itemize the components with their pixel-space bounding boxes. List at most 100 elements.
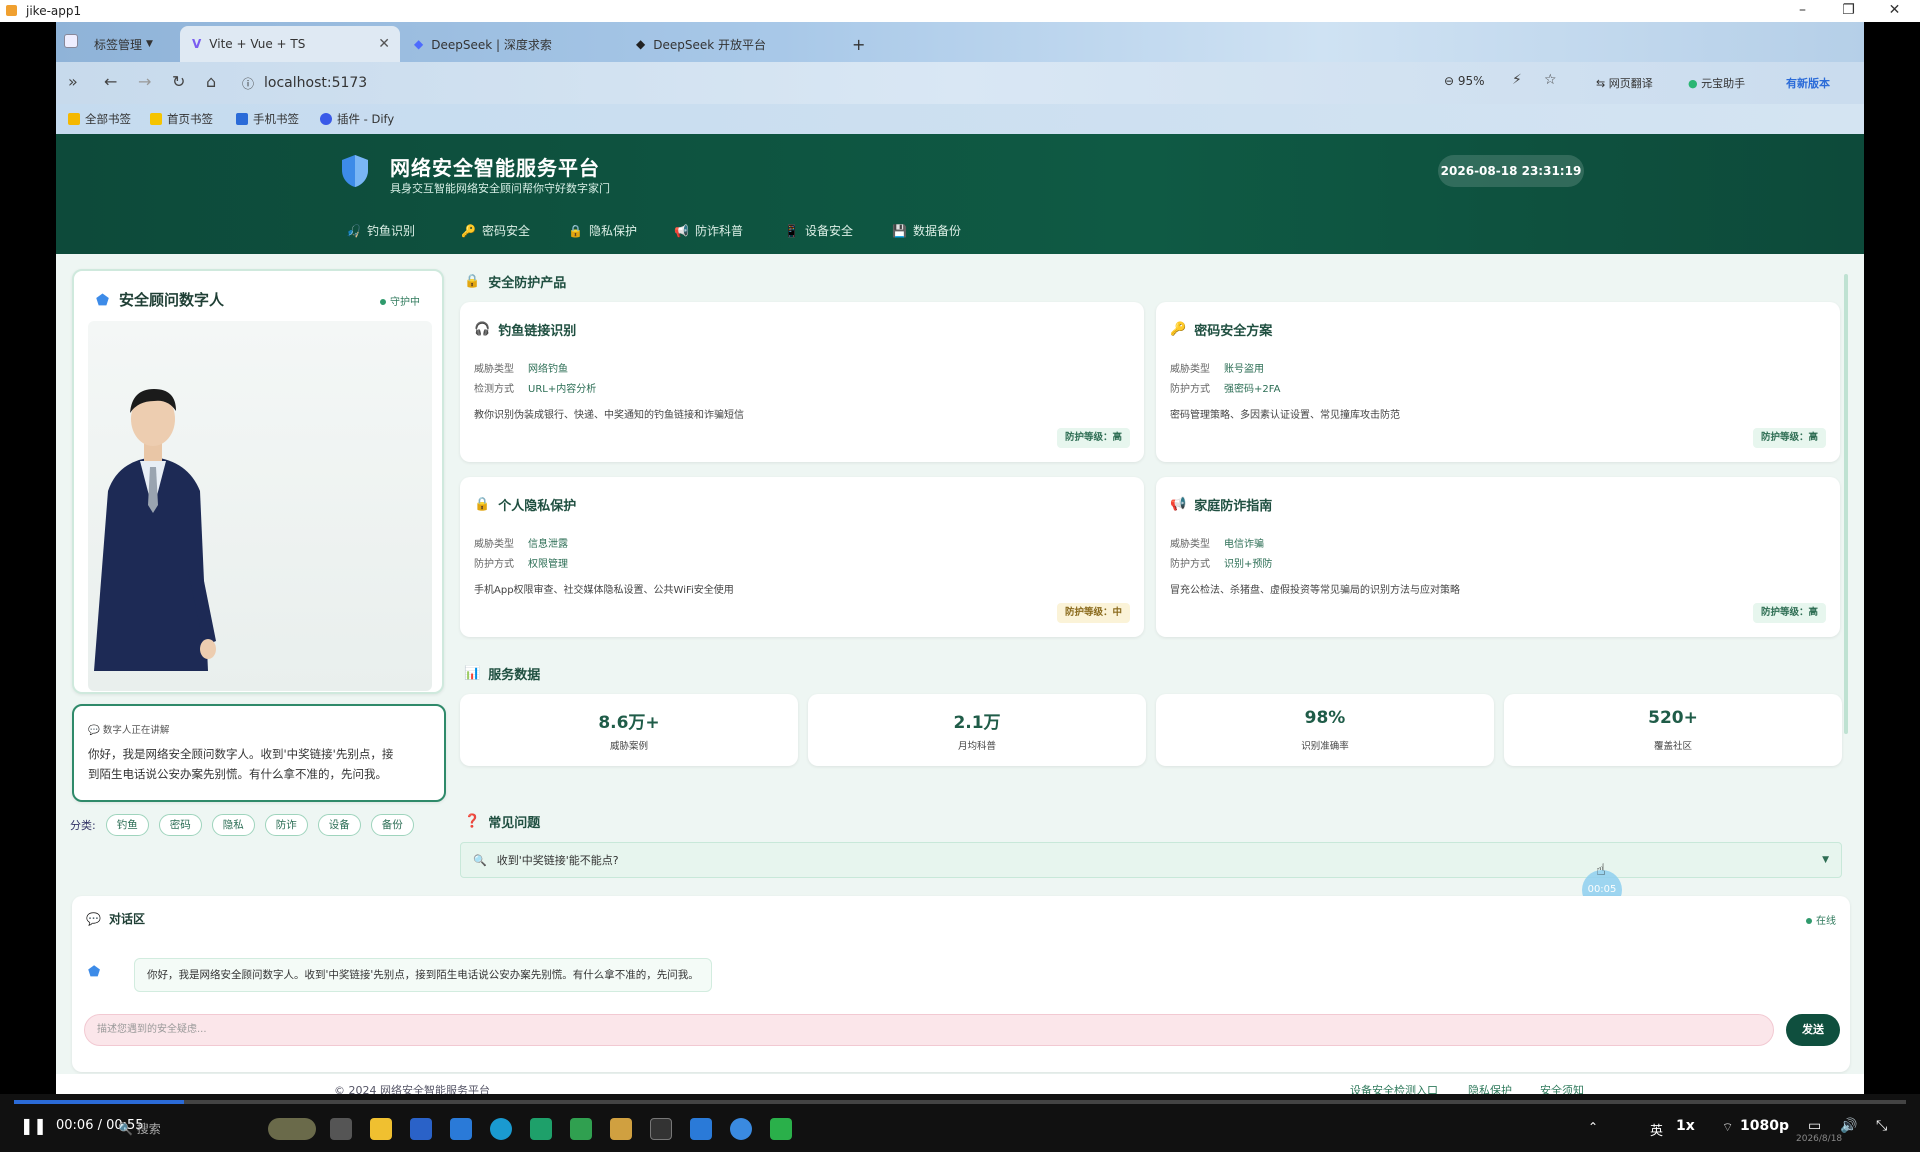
new-tab-button[interactable]: + [846,26,876,62]
product-card-password[interactable]: 🔑 密码安全方案 威胁类型 账号盗用 防护方式 强密码+2FA 密码管理策略、多因素认… [1156,302,1840,462]
expand-icon[interactable]: » [68,72,78,91]
address-bar[interactable]: ⓘ localhost:5173 [242,68,1482,98]
phone-icon: 📱 [784,223,799,238]
translate-button[interactable]: ⇆ 网页翻译 [1596,75,1653,91]
vscode-icon[interactable] [690,1118,712,1140]
close-tab-icon[interactable]: ✕ [378,36,390,52]
product-card-privacy[interactable]: 🔒 个人隐私保护 威胁类型 信息泄露 防护方式 权限管理 手机App权限审查、社交媒体… [460,477,1144,637]
nav-label: 隐私保护 [588,224,637,238]
zoom-indicator[interactable]: ⊖ 95% [1444,74,1485,88]
footer-link-privacy[interactable]: 隐私保护 [1468,1082,1512,1094]
dialog-title: 💬 对话区 [86,910,145,927]
kv-key: 威胁类型 [474,539,514,550]
volume-icon[interactable]: 🔊 [1840,1118,1857,1134]
bookmark-all[interactable]: 全部书签 [68,111,131,127]
wechat-work-icon[interactable] [570,1118,592,1140]
nav-antifraud[interactable]: 📢 防诈科普 [674,222,743,239]
send-button[interactable]: 发送 [1786,1014,1840,1046]
qq-icon[interactable] [730,1118,752,1140]
assistant-label: 元宝助手 [1701,77,1746,90]
status-dot [380,299,386,305]
speed-button[interactable]: 1x [1676,1118,1695,1134]
category-device[interactable]: 设备 [317,814,361,836]
kv-key: 防护方式 [474,559,514,570]
kv-value: 账号盗用 [1224,364,1264,375]
fullscreen-icon[interactable]: ⤡ [1876,1118,1887,1134]
taskview-icon[interactable] [330,1118,352,1140]
faq-item[interactable]: 🔍 收到'中奖链接'能不能点? ▼ [460,842,1842,878]
home-icon[interactable]: ⌂ [206,72,216,91]
close-window-button[interactable]: ✕ [1872,0,1917,22]
product-desc: 教你识别伪装成银行、快递、中奖通知的钓鱼链接和诈骗短信 [474,410,744,421]
nav-privacy[interactable]: 🔒 隐私保护 [568,222,637,239]
quality-button[interactable]: 1080p [1740,1118,1789,1134]
section-title-text: 常见问题 [488,816,541,831]
category-password[interactable]: 密码 [158,814,202,836]
nav-password[interactable]: 🔑 密码安全 [461,222,530,239]
restore-button[interactable]: ❐ [1826,0,1871,22]
forward-icon[interactable]: → [138,72,151,91]
bookmark-mobile[interactable]: 手机书签 [236,111,299,127]
mail-icon[interactable] [450,1118,472,1140]
back-icon[interactable]: ← [104,72,117,91]
tab-deepseek-platform[interactable]: ◆ DeepSeek 开放平台 [624,26,844,62]
digital-human-avatar [88,321,432,691]
taskbar-search[interactable]: 🔍 搜索 [118,1120,161,1137]
sidebar-toggle-icon[interactable] [64,34,78,48]
edge-icon[interactable] [490,1118,512,1140]
nav-label: 钓鱼识别 [366,224,415,238]
folder-icon[interactable] [370,1118,392,1140]
shield-avatar-icon: ⬟ [88,964,101,980]
update-button[interactable]: 有新版本 [1786,75,1830,91]
footer-link-device-check[interactable]: 设备安全检测入口 [1350,1082,1438,1094]
dialog-panel: 💬 对话区 在线 ⬟ 你好，我是网络安全顾问数字人。收到'中奖链接'先别点，接到陌… [72,896,1850,1072]
kv-value: 识别+预防 [1224,559,1273,570]
lightning-icon[interactable]: ⚡ [1512,72,1522,88]
nav-label: 防诈科普 [694,224,743,238]
explorer-icon[interactable] [610,1118,632,1140]
minimize-button[interactable]: – [1780,0,1825,22]
question-input[interactable]: 描述您遇到的安全疑虑... [84,1014,1774,1046]
category-phishing[interactable]: 钓鱼 [105,814,149,836]
product-card-phishing[interactable]: 🎧 钓鱼链接识别 威胁类型 网络钓鱼 检测方式 URL+内容分析 教你识别伪装成银行、… [460,302,1144,462]
app-icon [6,5,17,16]
tab-vite[interactable]: V Vite + Vue + TS ✕ [180,26,400,62]
kv-value: 强密码+2FA [1224,384,1281,395]
video-progress[interactable] [14,1100,1906,1104]
bookmark-home[interactable]: 首页书签 [150,111,213,127]
pause-icon[interactable]: ❚❚ [20,1116,47,1135]
wifi-icon[interactable]: ⌔ [1722,1120,1733,1135]
category-privacy[interactable]: 隐私 [211,814,255,836]
faq-question: 收到'中奖链接'能不能点? [496,854,619,867]
footer-link-notice[interactable]: 安全须知 [1540,1082,1584,1094]
chevron-down-icon: ▼ [1822,855,1829,865]
terminal-icon[interactable] [650,1118,672,1140]
site-title: 网络安全智能服务平台 [390,156,600,180]
site-header: 网络安全智能服务平台 具身交互智能网络安全顾问帮你守好数字家门 2026-08-… [56,134,1864,254]
assistant-button[interactable]: ● 元宝助手 [1688,75,1745,91]
info-icon: ⓘ [242,76,255,91]
nav-backup[interactable]: 💾 数据备份 [892,222,961,239]
bookmark-dify[interactable]: 插件 - Dify [320,111,394,127]
tab-deepseek[interactable]: ◆ DeepSeek | 深度求索 [402,26,622,62]
wechat-icon[interactable] [770,1118,792,1140]
category-backup[interactable]: 备份 [370,814,414,836]
tab-label: DeepSeek 开放平台 [653,37,767,52]
ime-indicator[interactable]: 英 [1650,1120,1663,1139]
scrollbar[interactable] [1844,274,1848,734]
store-icon[interactable] [410,1118,432,1140]
app-icon[interactable] [530,1118,552,1140]
category-antifraud[interactable]: 防诈 [264,814,308,836]
nav-device[interactable]: 📱 设备安全 [784,222,853,239]
product-card-antifraud[interactable]: 📢 家庭防诈指南 威胁类型 电信诈骗 防护方式 识别+预防 冒充公检法、杀猪盘、虚假投… [1156,477,1840,637]
pip-icon[interactable]: ▭ [1808,1118,1821,1134]
chevron-up-icon[interactable]: ⌃ [1588,1120,1598,1134]
nav-phishing[interactable]: 🎣 钓鱼识别 [346,222,415,239]
reload-icon[interactable]: ↻ [172,72,185,91]
tab-label: DeepSeek | 深度求索 [431,37,552,52]
widget-icon[interactable] [268,1118,316,1140]
star-icon[interactable]: ☆ [1544,72,1557,88]
advisor-status: 守护中 [380,293,420,308]
progress-fill [14,1100,185,1104]
datetime-badge: 2026-08-18 23:31:19 [1438,155,1584,187]
